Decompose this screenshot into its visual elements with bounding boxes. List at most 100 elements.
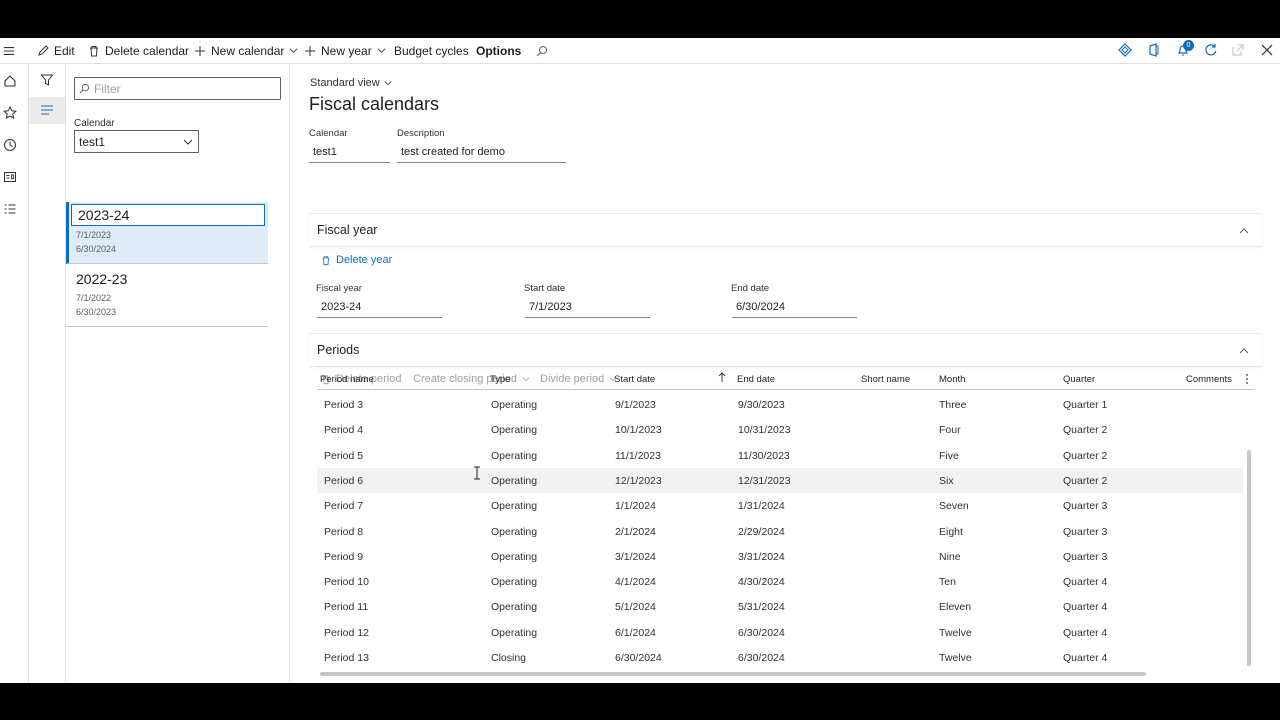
fiscal-year-field[interactable]: 2023-24: [317, 298, 442, 318]
table-row[interactable]: Period 12 Operating 6/1/2024 6/30/2024 Twelv…: [317, 620, 1243, 645]
cell-end-date[interactable]: 3/31/2024: [738, 551, 785, 563]
cell-type[interactable]: Operating: [491, 450, 537, 462]
cell-period-name[interactable]: Period 4: [324, 424, 363, 436]
view-selector[interactable]: Standard view: [310, 77, 392, 89]
cell-end-date[interactable]: 12/31/2023: [738, 475, 791, 487]
cell-type[interactable]: Operating: [491, 551, 537, 563]
cell-month[interactable]: Ten: [939, 576, 956, 588]
cell-type[interactable]: Operating: [491, 399, 537, 411]
table-row[interactable]: Period 4 Operating 10/1/2023 10/31/2023 Four…: [317, 417, 1243, 442]
cell-period-name[interactable]: Period 10: [324, 576, 369, 588]
action-search-button[interactable]: [536, 38, 548, 63]
cell-quarter[interactable]: Quarter 2: [1063, 450, 1107, 462]
show-list-toggle[interactable]: [29, 97, 65, 124]
table-row[interactable]: Period 8 Operating 2/1/2024 2/29/2024 Eight Q…: [317, 519, 1243, 544]
horizontal-scrollbar[interactable]: [320, 672, 1146, 676]
cell-quarter[interactable]: Quarter 3: [1063, 526, 1107, 538]
diamond-icon[interactable]: [1118, 43, 1132, 57]
cell-quarter[interactable]: Quarter 4: [1063, 627, 1107, 639]
delete-year-button[interactable]: Delete year: [321, 254, 392, 266]
cell-type[interactable]: Operating: [491, 576, 537, 588]
table-row[interactable]: Period 7 Operating 1/1/2024 1/31/2024 Seven Q…: [317, 493, 1243, 518]
cell-quarter[interactable]: Quarter 1: [1063, 399, 1107, 411]
cell-month[interactable]: Six: [939, 475, 954, 487]
new-year-button[interactable]: New year: [304, 38, 386, 63]
cell-period-name[interactable]: Period 13: [324, 652, 369, 664]
cell-month[interactable]: Three: [939, 399, 966, 411]
new-calendar-button[interactable]: New calendar: [194, 38, 298, 63]
filter-funnel-icon[interactable]: [40, 73, 54, 87]
cell-type[interactable]: Operating: [491, 424, 537, 436]
cell-month[interactable]: Nine: [939, 551, 961, 563]
open-new-window-icon[interactable]: [1231, 43, 1245, 57]
table-row[interactable]: Period 10 Operating 4/1/2024 4/30/2024 Ten Qu…: [317, 569, 1243, 594]
cell-type[interactable]: Operating: [491, 475, 537, 487]
cell-type[interactable]: Closing: [491, 652, 526, 664]
cell-period-name[interactable]: Period 5: [324, 450, 363, 462]
home-icon[interactable]: [3, 74, 17, 88]
cell-type[interactable]: Operating: [491, 500, 537, 512]
office-icon[interactable]: [1147, 43, 1161, 57]
cell-period-name[interactable]: Period 7: [324, 500, 363, 512]
table-row[interactable]: Period 9 Operating 3/1/2024 3/31/2024 Nine Qu…: [317, 544, 1243, 569]
start-date-field[interactable]: 7/1/2023: [525, 298, 650, 318]
cell-type[interactable]: Operating: [491, 601, 537, 613]
table-row[interactable]: Period 3 Operating 9/1/2023 9/30/2023 Three Q…: [317, 392, 1243, 417]
cell-start-date[interactable]: 12/1/2023: [615, 475, 662, 487]
cell-period-name[interactable]: Period 9: [324, 551, 363, 563]
cell-end-date[interactable]: 9/30/2023: [738, 399, 785, 411]
navigation-menu-icon[interactable]: [3, 38, 15, 63]
cell-end-date[interactable]: 4/30/2024: [738, 576, 785, 588]
cell-end-date[interactable]: 5/31/2024: [738, 601, 785, 613]
cell-start-date[interactable]: 4/1/2024: [615, 576, 656, 588]
cell-start-date[interactable]: 5/1/2024: [615, 601, 656, 613]
cell-start-date[interactable]: 1/1/2024: [615, 500, 656, 512]
cell-quarter[interactable]: Quarter 3: [1063, 551, 1107, 563]
cell-quarter[interactable]: Quarter 4: [1063, 652, 1107, 664]
delete-calendar-button[interactable]: Delete calendar: [88, 38, 189, 63]
cell-type[interactable]: Operating: [491, 526, 537, 538]
fiscal-year-list-item[interactable]: 2023-24 7/1/2023 6/30/2024: [66, 202, 268, 264]
column-header-start-date[interactable]: Start date: [614, 374, 655, 385]
cell-month[interactable]: Eleven: [939, 601, 971, 613]
modules-list-icon[interactable]: [3, 202, 17, 216]
cell-type[interactable]: Operating: [491, 627, 537, 639]
cell-quarter[interactable]: Quarter 3: [1063, 500, 1107, 512]
cell-month[interactable]: Twelve: [939, 627, 972, 639]
cell-period-name[interactable]: Period 8: [324, 526, 363, 538]
cell-month[interactable]: Seven: [939, 500, 969, 512]
column-header-end-date[interactable]: End date: [737, 374, 775, 385]
column-header-quarter[interactable]: Quarter: [1063, 374, 1095, 385]
cell-quarter[interactable]: Quarter 4: [1063, 601, 1107, 613]
cell-start-date[interactable]: 3/1/2024: [615, 551, 656, 563]
cell-start-date[interactable]: 6/30/2024: [615, 652, 662, 664]
budget-cycles-button[interactable]: Budget cycles: [394, 38, 469, 63]
workspaces-icon[interactable]: [3, 170, 17, 184]
cell-start-date[interactable]: 9/1/2023: [615, 399, 656, 411]
edit-button[interactable]: Edit: [37, 38, 75, 63]
cell-end-date[interactable]: 10/31/2023: [738, 424, 791, 436]
more-options-icon[interactable]: [1245, 373, 1249, 385]
close-icon[interactable]: [1260, 43, 1274, 57]
calendar-field[interactable]: test1: [309, 143, 390, 163]
fiscal-year-section-header[interactable]: Fiscal year: [309, 213, 1262, 247]
end-date-field[interactable]: 6/30/2024: [732, 298, 857, 318]
cell-quarter[interactable]: Quarter 2: [1063, 475, 1107, 487]
periods-section-header[interactable]: Periods: [309, 333, 1262, 367]
cell-month[interactable]: Twelve: [939, 652, 972, 664]
recent-clock-icon[interactable]: [3, 138, 17, 152]
cell-start-date[interactable]: 2/1/2024: [615, 526, 656, 538]
table-row[interactable]: Period 13 Closing 6/30/2024 6/30/2024 Twelve…: [317, 645, 1243, 670]
cell-period-name[interactable]: Period 12: [324, 627, 369, 639]
cell-end-date[interactable]: 6/30/2024: [738, 652, 785, 664]
options-tab[interactable]: Options: [476, 38, 521, 63]
cell-end-date[interactable]: 1/31/2024: [738, 500, 785, 512]
cell-quarter[interactable]: Quarter 4: [1063, 576, 1107, 588]
cell-month[interactable]: Five: [939, 450, 959, 462]
cell-start-date[interactable]: 6/1/2024: [615, 627, 656, 639]
table-row[interactable]: Period 6 Operating 12/1/2023 12/31/2023 Six Q…: [317, 467, 1243, 493]
column-header-short-name[interactable]: Short name: [861, 374, 910, 385]
table-row[interactable]: Period 11 Operating 5/1/2024 5/31/2024 Eleve…: [317, 594, 1243, 619]
refresh-icon[interactable]: [1204, 43, 1218, 57]
description-field[interactable]: test created for demo: [397, 143, 566, 163]
